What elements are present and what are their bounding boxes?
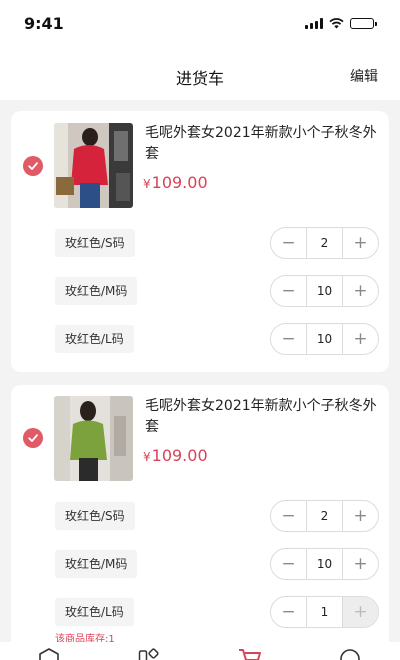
decrease-button[interactable]: − xyxy=(271,228,306,258)
cart-item-card: 毛呢外套女2021年新款小个子秋冬外套 ¥109.00 玫红色/S码 − 2 +… xyxy=(11,385,389,660)
variant-label: 玫红色/M码 xyxy=(55,277,138,305)
quantity-stepper: − 10 + xyxy=(270,275,379,307)
increase-button[interactable]: + xyxy=(343,276,378,306)
nav-bar: 进货车 编辑 xyxy=(0,50,400,100)
variant-row: 玫红色/L码 − 1 + xyxy=(11,596,389,628)
variant-label: 玫红色/L码 xyxy=(55,325,134,353)
variant-label: 玫红色/L码 xyxy=(55,598,134,626)
increase-button[interactable]: + xyxy=(343,324,378,354)
variant-row: 玫红色/S码 − 2 + xyxy=(11,227,389,259)
decrease-button[interactable]: − xyxy=(271,549,306,579)
page-title: 进货车 xyxy=(175,69,224,88)
variant-row: 玫红色/L码 − 10 + xyxy=(11,323,389,355)
variant-row: 玫红色/M码 − 10 + xyxy=(11,275,389,307)
quantity-value[interactable]: 10 xyxy=(306,276,343,306)
check-icon xyxy=(28,162,38,170)
variant-label: 玫红色/S码 xyxy=(55,502,135,530)
quantity-value[interactable]: 1 xyxy=(306,597,343,627)
quantity-value[interactable]: 2 xyxy=(306,501,343,531)
quantity-stepper: − 2 + xyxy=(270,500,379,532)
item-checkbox[interactable] xyxy=(23,156,43,176)
decrease-button[interactable]: − xyxy=(271,276,306,306)
variant-row: 玫红色/M码 − 10 + xyxy=(11,548,389,580)
quantity-stepper: − 1 + xyxy=(270,596,379,628)
check-icon xyxy=(28,434,38,442)
variant-label: 玫红色/S码 xyxy=(55,229,135,257)
quantity-stepper: − 10 + xyxy=(270,548,379,580)
product-title: 毛呢外套女2021年新款小个子秋冬外套 xyxy=(145,125,377,162)
wifi-icon xyxy=(329,18,344,29)
product-price: ¥109.00 xyxy=(143,173,208,192)
item-checkbox[interactable] xyxy=(23,428,43,448)
quantity-stepper: − 2 + xyxy=(270,227,379,259)
edit-button[interactable]: 编辑 xyxy=(350,66,378,86)
currency-symbol: ¥ xyxy=(143,177,151,191)
increase-button[interactable]: + xyxy=(343,228,378,258)
category-icon[interactable] xyxy=(138,648,160,660)
home-icon[interactable] xyxy=(38,648,60,660)
quantity-value[interactable]: 10 xyxy=(306,549,343,579)
variant-row: 玫红色/S码 − 2 + xyxy=(11,500,389,532)
battery-icon xyxy=(350,18,377,29)
status-bar: 9:41 xyxy=(0,0,400,50)
currency-symbol: ¥ xyxy=(143,450,151,464)
decrease-button[interactable]: − xyxy=(271,597,306,627)
quantity-value[interactable]: 2 xyxy=(306,228,343,258)
status-icons xyxy=(305,18,377,29)
price-value: 109.00 xyxy=(151,173,208,192)
tab-bar xyxy=(0,642,400,660)
quantity-value[interactable]: 10 xyxy=(306,324,343,354)
quantity-stepper: − 10 + xyxy=(270,323,379,355)
product-image[interactable] xyxy=(54,396,133,481)
variant-label: 玫红色/M码 xyxy=(55,550,138,578)
increase-button[interactable]: + xyxy=(343,597,378,627)
price-value: 109.00 xyxy=(151,446,208,465)
decrease-button[interactable]: − xyxy=(271,324,306,354)
signal-icon xyxy=(305,18,323,29)
product-image[interactable] xyxy=(54,123,133,208)
product-title: 毛呢外套女2021年新款小个子秋冬外套 xyxy=(145,398,377,435)
profile-icon[interactable] xyxy=(339,648,361,660)
status-time: 9:41 xyxy=(24,14,64,33)
decrease-button[interactable]: − xyxy=(271,501,306,531)
increase-button[interactable]: + xyxy=(343,501,378,531)
product-price: ¥109.00 xyxy=(143,446,208,465)
cart-icon[interactable] xyxy=(238,648,262,660)
cart-item-card: 毛呢外套女2021年新款小个子秋冬外套 ¥109.00 玫红色/S码 − 2 +… xyxy=(11,111,389,372)
increase-button[interactable]: + xyxy=(343,549,378,579)
